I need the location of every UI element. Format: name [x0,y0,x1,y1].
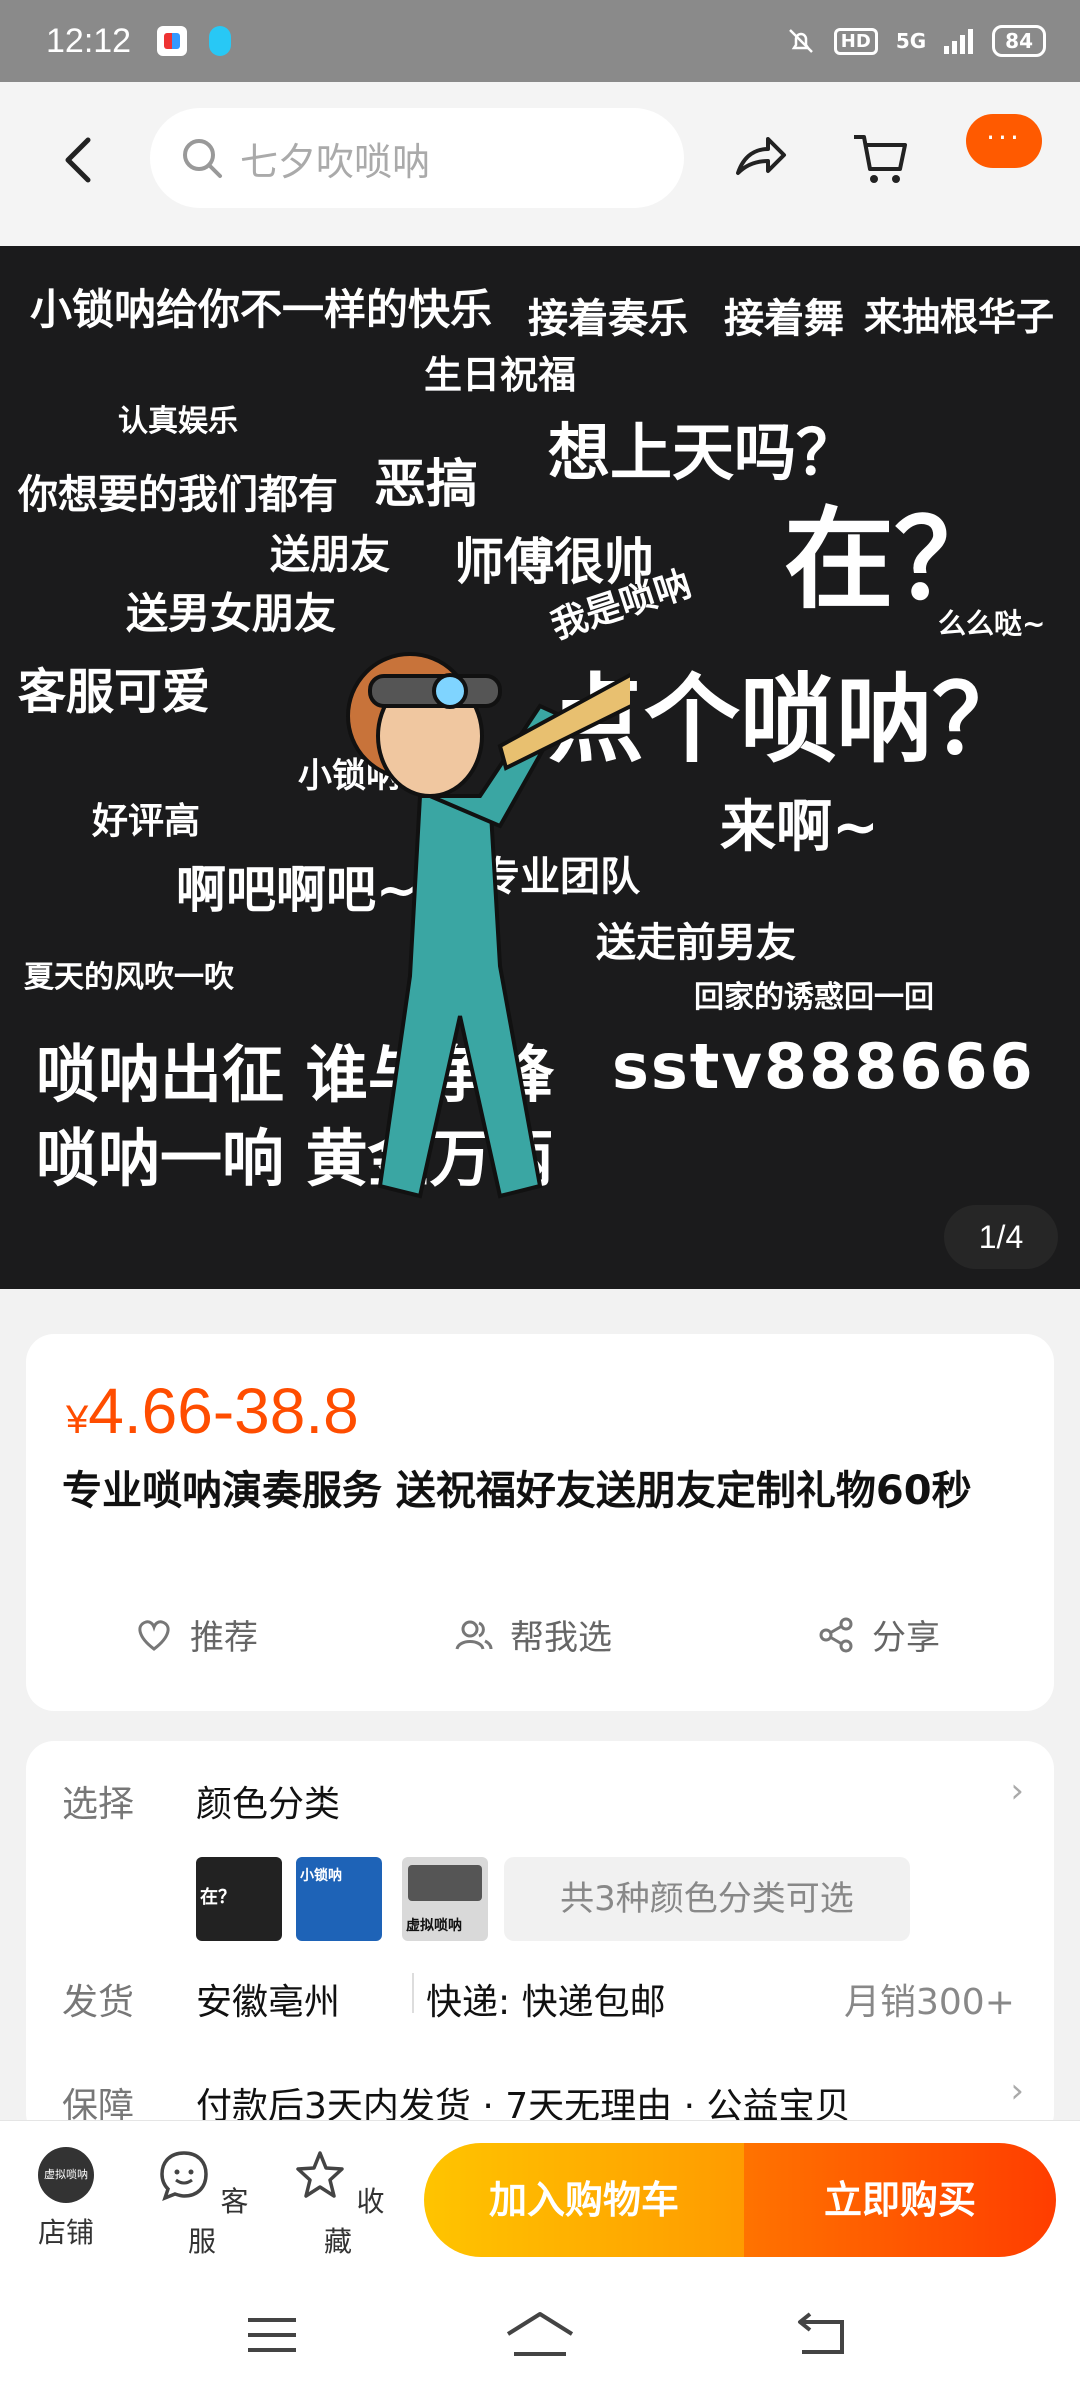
back-nav-icon[interactable] [794,2310,850,2360]
chevron-right-icon: › [1010,1771,1024,1811]
banner-text: 认真娱乐 [118,404,238,439]
select-value: 颜色分类 [196,1784,341,1825]
chat-face-icon [159,2151,208,2202]
banner-text: 来啊~ [720,795,879,860]
top-nav: 七夕吹唢呐 ··· [0,82,1080,246]
product-title: 专业唢呐演奏服务 送祝福好友送朋友定制礼物60秒 [62,1468,972,1514]
signal-icon [944,29,974,54]
help-choose-label: 帮我选 [510,1618,612,1658]
system-nav-bar [0,2270,1080,2408]
search-icon [183,139,222,178]
search-input[interactable]: 七夕吹唢呐 [150,108,684,208]
price-range: 4.66-38.8 [88,1375,359,1447]
banner-text: 来抽根华子 [864,295,1055,339]
chevron-right-icon: › [1010,2071,1024,2111]
cart-icon[interactable] [850,127,910,187]
customer-service-button[interactable]: 客服 [152,2147,252,2260]
store-logo: 虚拟唢呐 [38,2147,94,2203]
banner-text: 你想要的我们都有 [18,472,338,518]
banner-text: 回家的诱惑回一回 [694,980,934,1015]
variants-count[interactable]: 共3种颜色分类可选 [504,1857,910,1941]
price: ¥4.66-38.8 [66,1374,359,1448]
thumbnail-caption: 在？ [200,1887,236,1908]
share-label: 分享 [872,1618,940,1658]
product-image-carousel[interactable]: 小锁呐给你不一样的快乐 接着奏乐 接着舞 来抽根华子 生日祝福 认真娱乐 想上天… [0,246,1080,1289]
store-label: 店铺 [37,2216,94,2249]
banner-text: 夏天的风吹一吹 [24,960,234,995]
banner-text: 客服可爱 [18,664,211,720]
banner-text: 好评高 [92,801,201,842]
variant-thumbnail[interactable]: 小锁呐 [296,1857,382,1941]
banner-text: 小锁呐给你不一样的快乐 [30,285,493,334]
band-photo [408,1865,482,1901]
banner-text: 接着舞 [724,296,844,342]
bottom-action-bar: 虚拟唢呐 店铺 客服 收藏 加入购物车 立即购买 [0,2120,1080,2270]
suona-player-illustration [346,652,630,1199]
price-card: ¥4.66-38.8 专业唢呐演奏服务 送祝福好友送朋友定制礼物60秒 推荐 帮… [26,1334,1054,1711]
recommend-label: 推荐 [190,1618,258,1658]
back-icon[interactable] [58,130,98,190]
recommend-button[interactable]: 推荐 [134,1610,258,1659]
price-currency: ¥ [66,1398,89,1442]
home-icon[interactable] [504,2310,576,2360]
status-bar: 12:12 HD 5G 84 [0,0,1080,82]
app-notification-icon [157,26,188,56]
ship-label: 发货 [62,1982,135,2023]
thumbnail-caption: 小锁呐 [300,1868,342,1884]
mute-bell-icon [788,29,813,53]
network-label: 5G [895,29,927,53]
thumbnail-caption: 虚拟唢呐 [406,1918,462,1934]
select-label: 选择 [62,1784,135,1825]
ship-from: 安徽亳州 [196,1982,341,2023]
variant-thumbnail[interactable]: 虚拟唢呐 [402,1857,488,1941]
options-card: 选择 颜色分类 › 在？ 小锁呐 虚拟唢呐 共3种颜色分类可选 发货 安徽亳州 … [26,1741,1054,2141]
express-info: 快递: 快递包邮 [426,1982,666,2023]
product-actions: 推荐 帮我选 分享 [26,1610,1054,1680]
add-to-cart-button[interactable]: 加入购物车 [424,2143,744,2257]
people-icon [455,1620,493,1650]
banner-text: 恶搞 [374,455,479,515]
star-icon [295,2151,344,2198]
battery-indicator: 84 [992,25,1046,57]
status-time: 12:12 [46,21,132,60]
monthly-sales: 月销300+ [844,1982,1015,2023]
store-button[interactable]: 虚拟唢呐 店铺 [16,2147,116,2251]
banner-text: sstv888666 [612,1030,1035,1103]
image-counter: 1/4 [944,1205,1058,1269]
help-choose-button[interactable]: 帮我选 [454,1610,612,1659]
hd-badge: HD [833,27,878,55]
favorite-button[interactable]: 收藏 [288,2147,388,2260]
search-placeholder: 七夕吹唢呐 [240,139,431,184]
share-button[interactable]: 分享 [816,1610,940,1659]
buy-now-button[interactable]: 立即购买 [744,2143,1056,2257]
heart-icon [138,1619,170,1651]
banner-text: 么么哒~ [938,607,1046,640]
share-icon[interactable] [730,127,790,187]
status-icons: HD 5G 84 [786,25,1046,57]
banner-text: 接着奏乐 [528,296,688,342]
menu-icon[interactable] [244,2310,300,2360]
share-nodes-icon [819,1617,853,1652]
app-notification-icon-2 [209,26,232,56]
more-menu-button[interactable]: ··· [966,114,1042,168]
banner-text: 生日祝福 [424,353,577,397]
divider [412,1973,414,2013]
variant-thumbnail[interactable]: 在？ [196,1857,282,1941]
